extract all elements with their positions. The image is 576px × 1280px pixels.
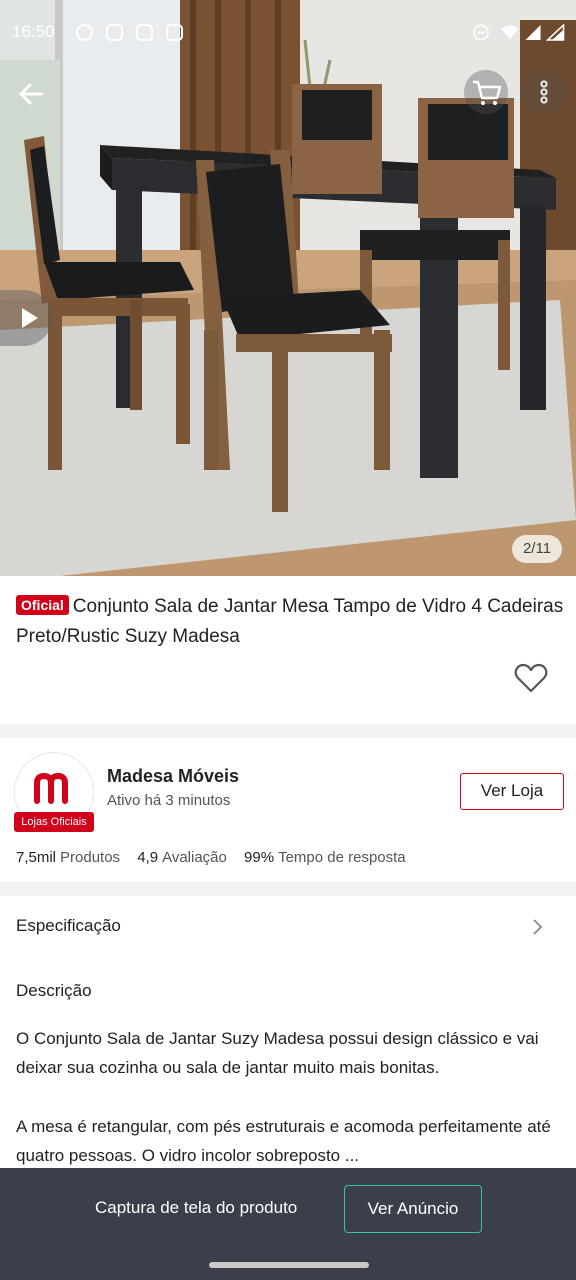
- shop-section: Lojas Oficiais Madesa Móveis Ativo há 3 …: [0, 738, 576, 882]
- status-time: 16:50: [12, 22, 55, 41]
- system-navigation-bar: [0, 1250, 576, 1280]
- more-options-button[interactable]: [522, 70, 566, 114]
- product-title-section: Oficial Conjunto Sala de Jantar Mesa Tamp…: [0, 576, 576, 724]
- back-button[interactable]: [10, 72, 54, 116]
- stat-response-time: 99% Tempo de resposta: [244, 849, 406, 866]
- official-stores-label: Lojas Oficiais: [14, 812, 94, 832]
- stat-rating: 4,9 Avaliação: [137, 849, 227, 866]
- product-title-text: Conjunto Sala de Jantar Mesa Tampo de Vi…: [16, 596, 564, 647]
- specification-label: Especificação: [16, 916, 121, 935]
- product-image-gallery[interactable]: 16:50 2/11: [0, 0, 576, 576]
- bottom-action-bar: Captura de tela do produto Ver Anúncio: [0, 1168, 576, 1250]
- description-paragraph-2: A mesa é retangular, com pés estruturais…: [16, 1117, 551, 1165]
- wifi-icon: [501, 25, 519, 40]
- shop-active-status: Ativo há 3 minutos: [107, 792, 231, 809]
- description-paragraph-1: O Conjunto Sala de Jantar Suzy Madesa po…: [16, 1029, 539, 1077]
- gesture-handle[interactable]: [209, 1262, 369, 1268]
- battery-icon: [546, 24, 565, 41]
- do-not-disturb-icon: [473, 24, 489, 41]
- instagram-icon: [106, 24, 123, 41]
- more-vertical-icon: [540, 80, 548, 104]
- chevron-right-icon: [533, 919, 543, 935]
- signal-icon: [525, 24, 541, 41]
- instagram-icon: [136, 24, 153, 41]
- play-video-button[interactable]: [0, 290, 52, 346]
- stat-products: 7,5mil Produtos: [16, 849, 121, 866]
- play-icon: [22, 308, 38, 328]
- cart-button[interactable]: [464, 70, 508, 114]
- back-arrow-icon: [19, 83, 44, 105]
- view-store-button[interactable]: Ver Loja: [460, 773, 564, 810]
- section-divider: [0, 724, 576, 738]
- description-title: Descrição: [16, 981, 92, 1000]
- shop-name[interactable]: Madesa Móveis: [107, 766, 239, 787]
- section-divider: [0, 882, 576, 896]
- shop-stats: 7,5mil Produtos 4,9 Avaliação 99% Tempo de …: [16, 849, 419, 866]
- favorite-heart-icon[interactable]: [514, 662, 548, 694]
- cart-icon: [473, 80, 502, 105]
- status-bar: 16:50: [0, 0, 576, 66]
- specification-row[interactable]: Especificação: [0, 896, 576, 958]
- product-screenshot-label: Captura de tela do produto: [95, 1198, 298, 1217]
- official-badge: Oficial: [16, 595, 69, 615]
- madesa-logo-icon: [34, 772, 68, 804]
- view-listing-button[interactable]: Ver Anúncio: [344, 1185, 482, 1233]
- instagram-icon: [166, 24, 183, 41]
- product-title: Oficial Conjunto Sala de Jantar Mesa Tamp…: [16, 592, 564, 652]
- whatsapp-icon: [76, 24, 93, 41]
- image-counter: 2/11: [512, 535, 562, 563]
